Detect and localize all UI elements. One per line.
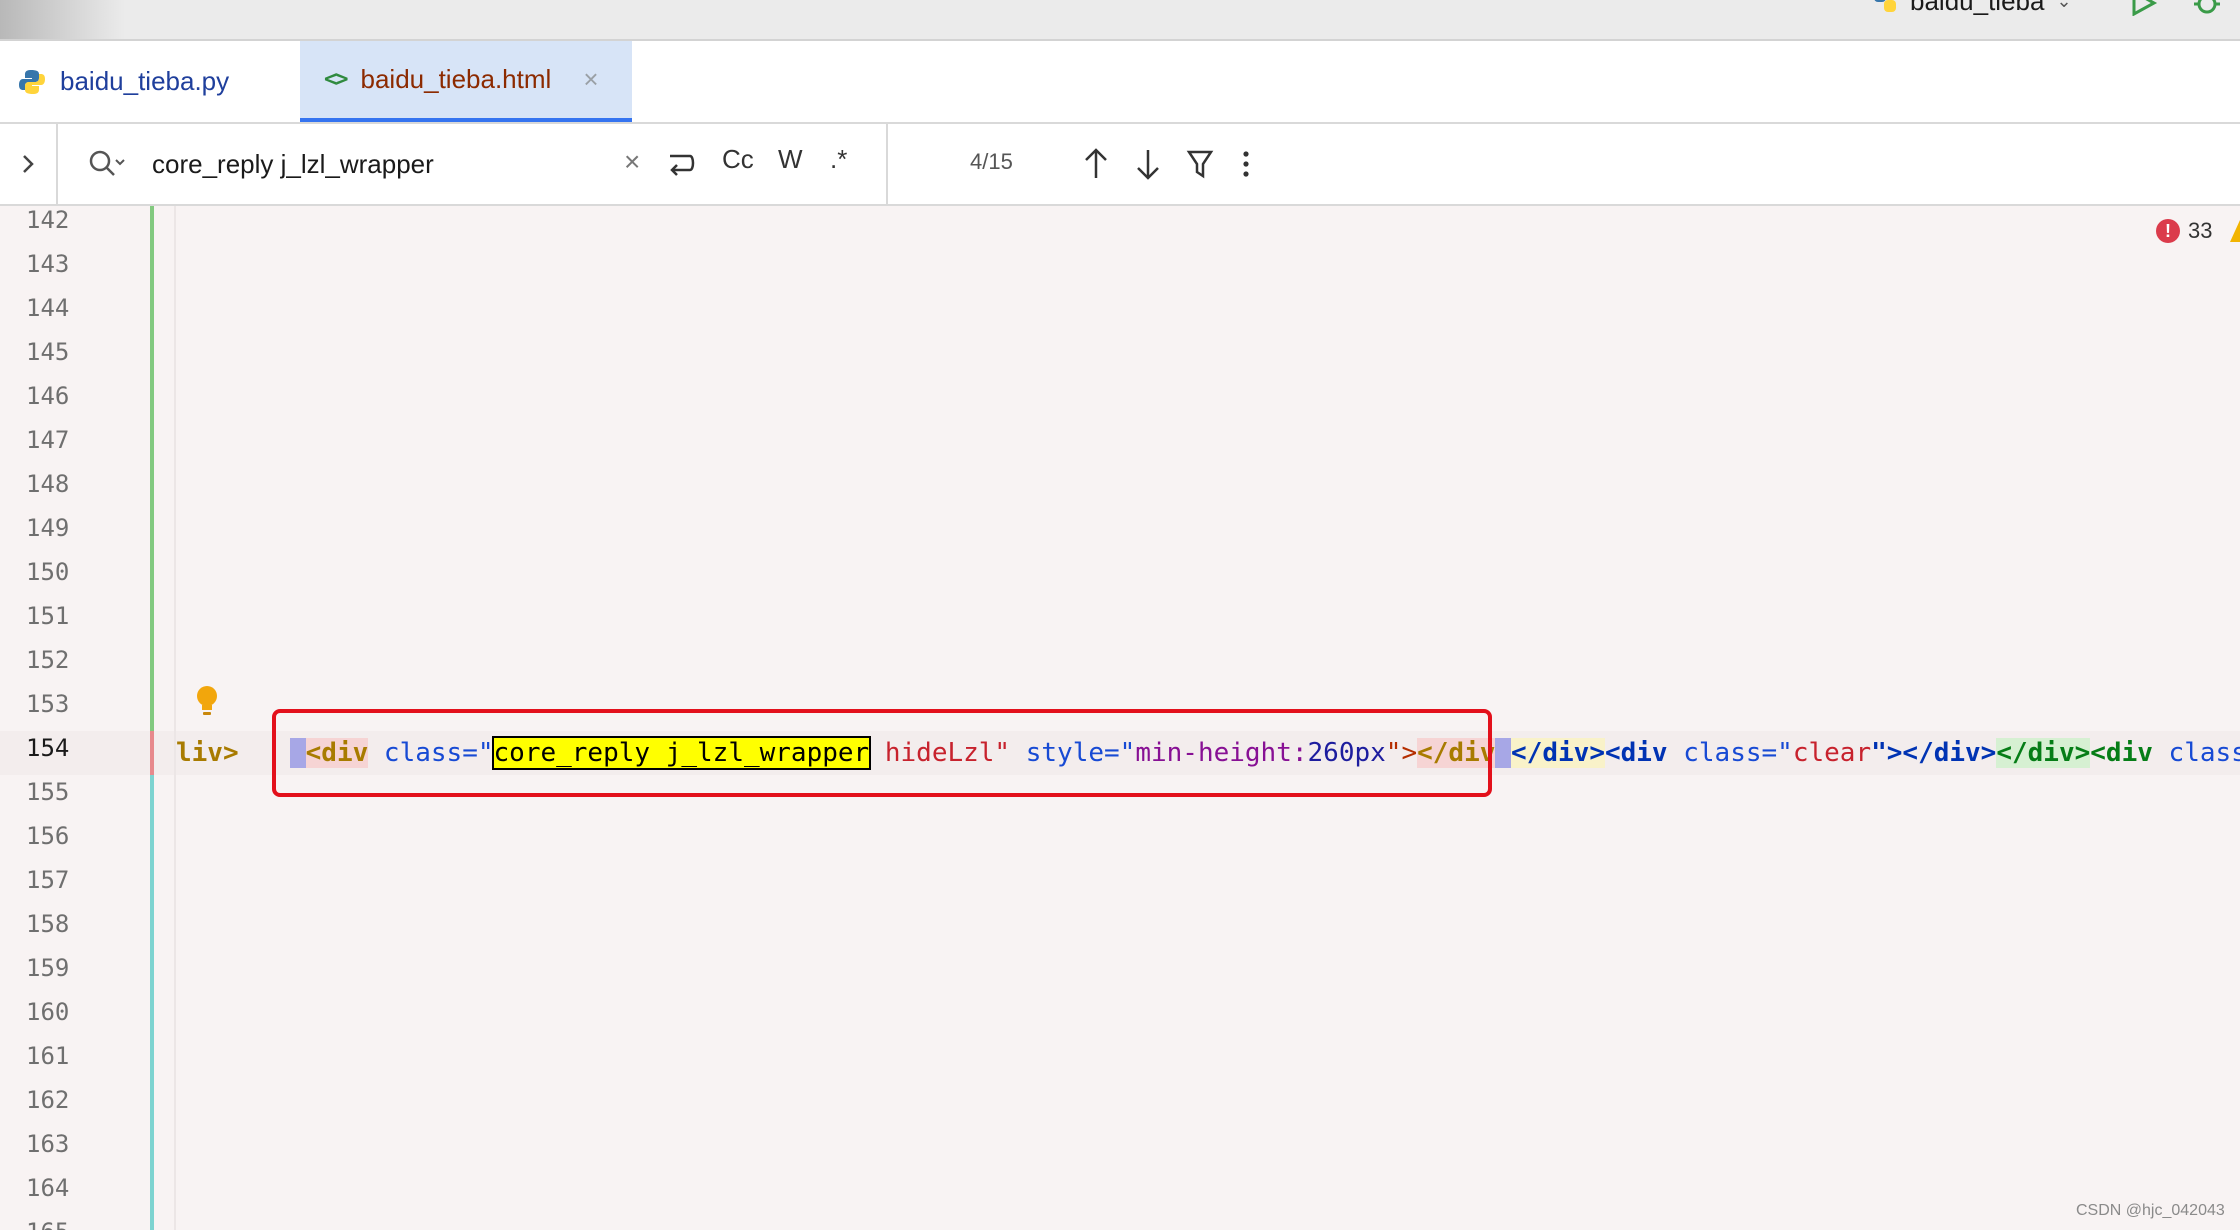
line-number: 151: [26, 602, 70, 630]
line-number: 165: [26, 1218, 69, 1230]
watermark: CSDN @hjc_042043: [2076, 1202, 2225, 1219]
warning-icon[interactable]: [2230, 220, 2240, 242]
run-icon[interactable]: [2128, 0, 2158, 16]
code-line-154-prefix[interactable]: liv>: [176, 731, 239, 775]
run-config-label: baidu_tieba: [1910, 0, 2045, 16]
code-editor[interactable]: 142 143 144 145 146 147 148 149 150 151 …: [0, 206, 2240, 1230]
regex-toggle[interactable]: .*: [830, 144, 847, 175]
line-number: 150: [26, 558, 70, 586]
tab-label: baidu_tieba.html: [360, 64, 552, 94]
vcs-added-marker[interactable]: [150, 206, 154, 731]
code-token: class=: [2168, 738, 2240, 768]
whole-words-toggle[interactable]: W: [778, 144, 803, 175]
brace-match-marker: [1495, 738, 1512, 768]
line-number: 146: [26, 382, 70, 410]
line-number: 144: [26, 294, 70, 322]
line-number: 153: [26, 690, 70, 718]
main-toolbar: baidu_tieba ⌄: [0, 0, 2240, 41]
chevron-down-icon: ⌄: [2056, 0, 2072, 11]
line-number: 157: [26, 866, 70, 894]
toolbar-fade: [0, 0, 125, 39]
tab-baidu-tieba-py[interactable]: baidu_tieba.py: [0, 41, 300, 122]
code-token: clear: [1792, 738, 1872, 768]
line-number: 142: [26, 206, 70, 234]
line-number: 155: [26, 778, 70, 806]
run-configuration-selector[interactable]: baidu_tieba ⌄: [1872, 0, 2072, 16]
lightbulb-icon[interactable]: [194, 684, 220, 718]
annotation-highlight-box: [272, 709, 1492, 797]
line-number: 156: [26, 822, 70, 850]
more-options-icon[interactable]: [1240, 148, 1252, 180]
chevron-right-icon: [23, 155, 34, 173]
line-number: 152: [26, 646, 70, 674]
editor-tab-bar: baidu_tieba.py <> baidu_tieba.html ×: [0, 41, 2240, 124]
python-icon: [1874, 0, 1896, 12]
find-bar: × Cc W .* 4/15: [0, 124, 2240, 206]
code-token: liv>: [176, 738, 239, 768]
tab-baidu-tieba-html[interactable]: <> baidu_tieba.html ×: [300, 41, 632, 122]
multiline-icon[interactable]: [664, 146, 698, 180]
python-icon: [19, 69, 45, 94]
vcs-modified-marker[interactable]: [150, 731, 154, 775]
code-token: <div: [1604, 738, 1668, 768]
line-number: 143: [26, 250, 70, 278]
line-number: 161: [26, 1042, 70, 1070]
close-icon[interactable]: ×: [583, 64, 598, 95]
search-history-icon[interactable]: [88, 149, 126, 179]
line-number: 148: [26, 470, 70, 498]
match-counter: 4/15: [970, 149, 1013, 174]
line-number: 160: [26, 998, 70, 1026]
line-number: 149: [26, 514, 70, 542]
inspection-errors-badge[interactable]: ! 33: [2156, 218, 2212, 244]
code-token: <div: [2090, 738, 2153, 768]
line-number: 159: [26, 954, 70, 982]
code-token: </div>: [1996, 738, 2091, 768]
clear-search-icon[interactable]: ×: [624, 146, 640, 178]
line-number: 158: [26, 910, 70, 938]
line-number: 162: [26, 1086, 70, 1114]
vcs-changed-marker[interactable]: [150, 775, 154, 1230]
filter-icon[interactable]: [1186, 148, 1214, 180]
code-token: class=": [1667, 738, 1793, 768]
line-number: 164: [26, 1174, 70, 1202]
error-count: 33: [2188, 218, 2213, 243]
previous-occurrence-icon[interactable]: [1082, 146, 1110, 182]
match-case-toggle[interactable]: Cc: [722, 144, 754, 175]
line-number-gutter: 142 143 144 145 146 147 148 149 150 151 …: [0, 206, 150, 1230]
tab-label: baidu_tieba.py: [60, 66, 230, 96]
search-input[interactable]: [152, 142, 612, 186]
fold-guide: [174, 206, 176, 1230]
debug-icon[interactable]: [2192, 0, 2222, 16]
line-number: 145: [26, 338, 70, 366]
code-token: </div>: [1511, 738, 1605, 768]
next-occurrence-icon[interactable]: [1134, 146, 1162, 182]
line-number: 163: [26, 1130, 70, 1158]
code-token: "></div>: [1871, 738, 1997, 768]
find-divider: [886, 124, 888, 204]
error-icon: !: [2156, 219, 2180, 243]
html-code-icon: <>: [324, 67, 348, 92]
expand-replace-toggle[interactable]: [0, 124, 58, 204]
line-number: 147: [26, 426, 70, 454]
line-number-current: 154: [26, 734, 70, 762]
